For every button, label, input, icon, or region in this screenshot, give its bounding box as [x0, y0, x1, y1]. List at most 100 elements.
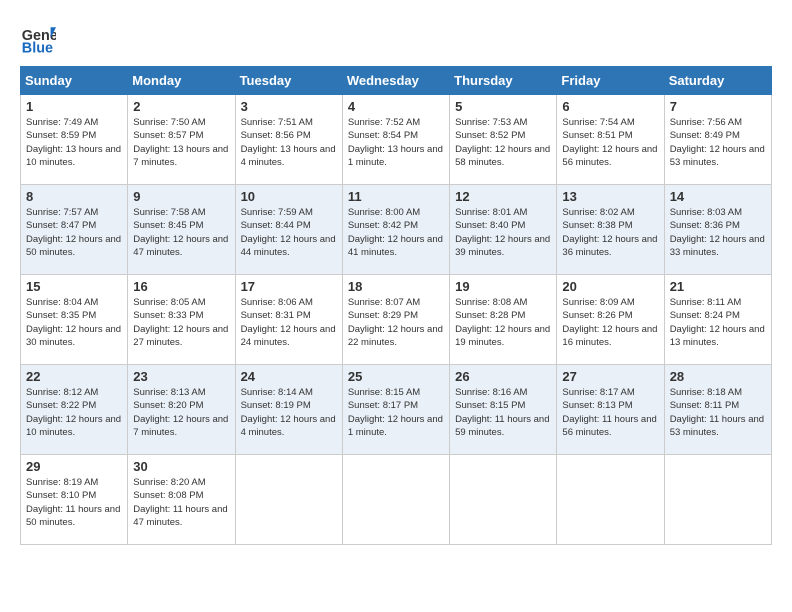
- day-number: 17: [241, 279, 337, 294]
- day-number: 8: [26, 189, 122, 204]
- header-tuesday: Tuesday: [235, 67, 342, 95]
- day-info: Sunrise: 8:01 AMSunset: 8:40 PMDaylight:…: [455, 207, 550, 258]
- day-number: 7: [670, 99, 766, 114]
- day-cell-9: 9Sunrise: 7:58 AMSunset: 8:45 PMDaylight…: [128, 185, 235, 275]
- week-row-3: 15 Sunrise: 8:04 AMSunset: 8:35 PMDayligh…: [21, 275, 772, 365]
- day-info: Sunrise: 8:18 AMSunset: 8:11 PMDaylight:…: [670, 387, 764, 438]
- day-cell-20: 20 Sunrise: 8:09 AMSunset: 8:26 PMDayligh…: [557, 275, 664, 365]
- empty-cell: [450, 455, 557, 545]
- day-cell-10: 10Sunrise: 7:59 AMSunset: 8:44 PMDayligh…: [235, 185, 342, 275]
- day-info: Sunrise: 8:08 AMSunset: 8:28 PMDaylight:…: [455, 297, 550, 348]
- empty-cell: [664, 455, 771, 545]
- empty-cell: [235, 455, 342, 545]
- day-number: 22: [26, 369, 122, 384]
- day-cell-25: 25 Sunrise: 8:15 AMSunset: 8:17 PMDayligh…: [342, 365, 449, 455]
- header-saturday: Saturday: [664, 67, 771, 95]
- day-cell-29: 29 Sunrise: 8:19 AMSunset: 8:10 PMDayligh…: [21, 455, 128, 545]
- day-number: 28: [670, 369, 766, 384]
- day-cell-24: 24 Sunrise: 8:14 AMSunset: 8:19 PMDayligh…: [235, 365, 342, 455]
- day-info: Sunrise: 8:00 AMSunset: 8:42 PMDaylight:…: [348, 207, 443, 258]
- day-info: Sunrise: 7:56 AMSunset: 8:49 PMDaylight:…: [670, 117, 765, 168]
- day-cell-14: 14Sunrise: 8:03 AMSunset: 8:36 PMDayligh…: [664, 185, 771, 275]
- logo: General Blue: [20, 20, 56, 56]
- day-info: Sunrise: 8:09 AMSunset: 8:26 PMDaylight:…: [562, 297, 657, 348]
- calendar-table: Sunday Monday Tuesday Wednesday Thursday…: [20, 66, 772, 545]
- day-info: Sunrise: 7:59 AMSunset: 8:44 PMDaylight:…: [241, 207, 336, 258]
- week-row-5: 29 Sunrise: 8:19 AMSunset: 8:10 PMDayligh…: [21, 455, 772, 545]
- day-number: 19: [455, 279, 551, 294]
- day-number: 15: [26, 279, 122, 294]
- day-number: 29: [26, 459, 122, 474]
- weekday-header-row: Sunday Monday Tuesday Wednesday Thursday…: [21, 67, 772, 95]
- day-info: Sunrise: 7:49 AMSunset: 8:59 PMDaylight:…: [26, 117, 121, 168]
- day-number: 24: [241, 369, 337, 384]
- day-info: Sunrise: 8:11 AMSunset: 8:24 PMDaylight:…: [670, 297, 765, 348]
- day-cell-8: 8 Sunrise: 7:57 AMSunset: 8:47 PMDaylight…: [21, 185, 128, 275]
- day-cell-6: 6 Sunrise: 7:54 AMSunset: 8:51 PMDaylight…: [557, 95, 664, 185]
- day-info: Sunrise: 8:04 AMSunset: 8:35 PMDaylight:…: [26, 297, 121, 348]
- week-row-4: 22 Sunrise: 8:12 AMSunset: 8:22 PMDayligh…: [21, 365, 772, 455]
- day-cell-16: 16 Sunrise: 8:05 AMSunset: 8:33 PMDayligh…: [128, 275, 235, 365]
- day-number: 25: [348, 369, 444, 384]
- day-number: 6: [562, 99, 658, 114]
- day-info: Sunrise: 8:13 AMSunset: 8:20 PMDaylight:…: [133, 387, 228, 438]
- day-info: Sunrise: 8:16 AMSunset: 8:15 PMDaylight:…: [455, 387, 549, 438]
- day-info: Sunrise: 8:07 AMSunset: 8:29 PMDaylight:…: [348, 297, 443, 348]
- day-info: Sunrise: 8:12 AMSunset: 8:22 PMDaylight:…: [26, 387, 121, 438]
- header-monday: Monday: [128, 67, 235, 95]
- day-number: 23: [133, 369, 229, 384]
- day-number: 2: [133, 99, 229, 114]
- day-info: Sunrise: 7:50 AMSunset: 8:57 PMDaylight:…: [133, 117, 228, 168]
- day-number: 11: [348, 189, 444, 204]
- header: General Blue: [20, 20, 772, 56]
- day-number: 12: [455, 189, 551, 204]
- day-number: 5: [455, 99, 551, 114]
- day-number: 14: [670, 189, 766, 204]
- header-friday: Friday: [557, 67, 664, 95]
- day-cell-1: 1Sunrise: 7:49 AMSunset: 8:59 PMDaylight…: [21, 95, 128, 185]
- day-info: Sunrise: 7:52 AMSunset: 8:54 PMDaylight:…: [348, 117, 443, 168]
- day-number: 26: [455, 369, 551, 384]
- header-wednesday: Wednesday: [342, 67, 449, 95]
- day-number: 4: [348, 99, 444, 114]
- day-info: Sunrise: 8:02 AMSunset: 8:38 PMDaylight:…: [562, 207, 657, 258]
- day-cell-3: 3 Sunrise: 7:51 AMSunset: 8:56 PMDaylight…: [235, 95, 342, 185]
- day-info: Sunrise: 8:17 AMSunset: 8:13 PMDaylight:…: [562, 387, 656, 438]
- day-info: Sunrise: 7:58 AMSunset: 8:45 PMDaylight:…: [133, 207, 228, 258]
- day-cell-11: 11 Sunrise: 8:00 AMSunset: 8:42 PMDayligh…: [342, 185, 449, 275]
- day-info: Sunrise: 8:15 AMSunset: 8:17 PMDaylight:…: [348, 387, 443, 438]
- day-number: 13: [562, 189, 658, 204]
- day-cell-28: 28 Sunrise: 8:18 AMSunset: 8:11 PMDayligh…: [664, 365, 771, 455]
- day-cell-4: 4 Sunrise: 7:52 AMSunset: 8:54 PMDaylight…: [342, 95, 449, 185]
- day-cell-30: 30 Sunrise: 8:20 AMSunset: 8:08 PMDayligh…: [128, 455, 235, 545]
- day-cell-22: 22 Sunrise: 8:12 AMSunset: 8:22 PMDayligh…: [21, 365, 128, 455]
- day-number: 16: [133, 279, 229, 294]
- svg-text:Blue: Blue: [22, 40, 53, 56]
- day-cell-5: 5 Sunrise: 7:53 AMSunset: 8:52 PMDaylight…: [450, 95, 557, 185]
- day-info: Sunrise: 7:57 AMSunset: 8:47 PMDaylight:…: [26, 207, 121, 258]
- day-info: Sunrise: 7:51 AMSunset: 8:56 PMDaylight:…: [241, 117, 336, 168]
- day-number: 30: [133, 459, 229, 474]
- day-cell-27: 27Sunrise: 8:17 AMSunset: 8:13 PMDayligh…: [557, 365, 664, 455]
- empty-cell: [342, 455, 449, 545]
- day-info: Sunrise: 7:54 AMSunset: 8:51 PMDaylight:…: [562, 117, 657, 168]
- day-cell-2: 2 Sunrise: 7:50 AMSunset: 8:57 PMDaylight…: [128, 95, 235, 185]
- day-number: 20: [562, 279, 658, 294]
- day-info: Sunrise: 7:53 AMSunset: 8:52 PMDaylight:…: [455, 117, 550, 168]
- day-cell-21: 21Sunrise: 8:11 AMSunset: 8:24 PMDayligh…: [664, 275, 771, 365]
- week-row-1: 1Sunrise: 7:49 AMSunset: 8:59 PMDaylight…: [21, 95, 772, 185]
- week-row-2: 8 Sunrise: 7:57 AMSunset: 8:47 PMDaylight…: [21, 185, 772, 275]
- day-info: Sunrise: 8:19 AMSunset: 8:10 PMDaylight:…: [26, 477, 120, 528]
- day-cell-18: 18Sunrise: 8:07 AMSunset: 8:29 PMDayligh…: [342, 275, 449, 365]
- day-info: Sunrise: 8:14 AMSunset: 8:19 PMDaylight:…: [241, 387, 336, 438]
- day-cell-15: 15 Sunrise: 8:04 AMSunset: 8:35 PMDayligh…: [21, 275, 128, 365]
- day-number: 3: [241, 99, 337, 114]
- header-sunday: Sunday: [21, 67, 128, 95]
- day-cell-12: 12 Sunrise: 8:01 AMSunset: 8:40 PMDayligh…: [450, 185, 557, 275]
- day-cell-7: 7 Sunrise: 7:56 AMSunset: 8:49 PMDaylight…: [664, 95, 771, 185]
- header-thursday: Thursday: [450, 67, 557, 95]
- day-info: Sunrise: 8:06 AMSunset: 8:31 PMDaylight:…: [241, 297, 336, 348]
- day-cell-13: 13 Sunrise: 8:02 AMSunset: 8:38 PMDayligh…: [557, 185, 664, 275]
- day-info: Sunrise: 8:05 AMSunset: 8:33 PMDaylight:…: [133, 297, 228, 348]
- day-info: Sunrise: 8:20 AMSunset: 8:08 PMDaylight:…: [133, 477, 227, 528]
